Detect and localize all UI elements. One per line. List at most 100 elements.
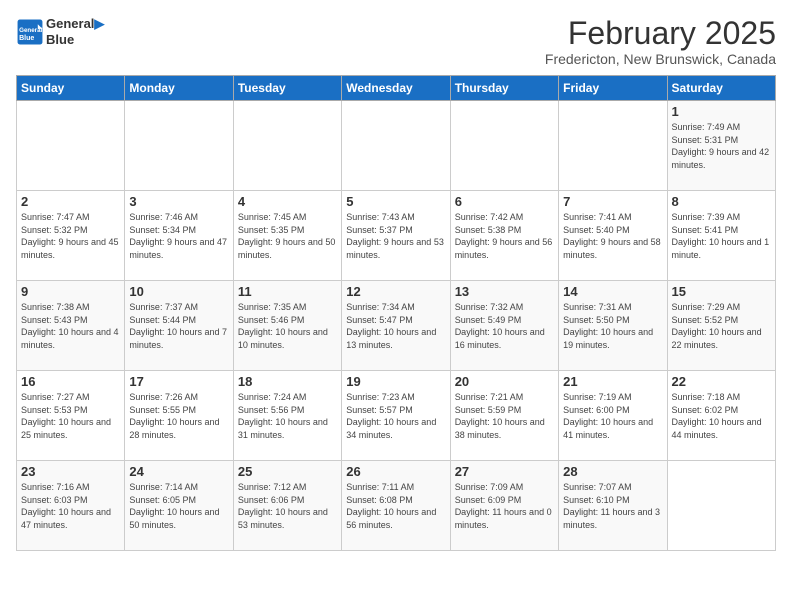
day-of-week-header: Wednesday (342, 76, 450, 101)
logo-icon: General Blue (16, 18, 44, 46)
day-of-week-header: Thursday (450, 76, 558, 101)
logo-text: General▶ Blue (46, 16, 104, 47)
day-info: Sunrise: 7:07 AM Sunset: 6:10 PM Dayligh… (563, 481, 662, 531)
day-info: Sunrise: 7:12 AM Sunset: 6:06 PM Dayligh… (238, 481, 337, 531)
day-number: 26 (346, 464, 445, 479)
day-info: Sunrise: 7:18 AM Sunset: 6:02 PM Dayligh… (672, 391, 771, 441)
day-info: Sunrise: 7:37 AM Sunset: 5:44 PM Dayligh… (129, 301, 228, 351)
day-number: 28 (563, 464, 662, 479)
day-number: 22 (672, 374, 771, 389)
day-of-week-header: Sunday (17, 76, 125, 101)
day-info: Sunrise: 7:49 AM Sunset: 5:31 PM Dayligh… (672, 121, 771, 171)
day-info: Sunrise: 7:38 AM Sunset: 5:43 PM Dayligh… (21, 301, 120, 351)
calendar-cell: 9 Sunrise: 7:38 AM Sunset: 5:43 PM Daylig… (17, 281, 125, 371)
calendar-cell: 6 Sunrise: 7:42 AM Sunset: 5:38 PM Daylig… (450, 191, 558, 281)
calendar-body: 1 Sunrise: 7:49 AM Sunset: 5:31 PM Daylig… (17, 101, 776, 551)
calendar-week-row: 2Sunrise: 7:47 AM Sunset: 5:32 PM Daylig… (17, 191, 776, 281)
day-number: 20 (455, 374, 554, 389)
day-of-week-header: Saturday (667, 76, 775, 101)
day-number: 7 (563, 194, 662, 209)
calendar-week-row: 16 Sunrise: 7:27 AM Sunset: 5:53 PM Dayli… (17, 371, 776, 461)
calendar-cell: 1 Sunrise: 7:49 AM Sunset: 5:31 PM Daylig… (667, 101, 775, 191)
day-number: 2 (21, 194, 120, 209)
day-number: 5 (346, 194, 445, 209)
day-info: Sunrise: 7:39 AM Sunset: 5:41 PM Dayligh… (672, 211, 771, 261)
calendar-cell: 2Sunrise: 7:47 AM Sunset: 5:32 PM Daylig… (17, 191, 125, 281)
calendar-cell (233, 101, 341, 191)
day-info: Sunrise: 7:11 AM Sunset: 6:08 PM Dayligh… (346, 481, 445, 531)
calendar-cell: 23 Sunrise: 7:16 AM Sunset: 6:03 PM Dayli… (17, 461, 125, 551)
day-of-week-header: Monday (125, 76, 233, 101)
calendar-cell: 10Sunrise: 7:37 AM Sunset: 5:44 PM Dayli… (125, 281, 233, 371)
calendar-cell (342, 101, 450, 191)
day-number: 14 (563, 284, 662, 299)
day-info: Sunrise: 7:16 AM Sunset: 6:03 PM Dayligh… (21, 481, 120, 531)
day-number: 25 (238, 464, 337, 479)
day-info: Sunrise: 7:32 AM Sunset: 5:49 PM Dayligh… (455, 301, 554, 351)
day-of-week-header: Tuesday (233, 76, 341, 101)
day-info: Sunrise: 7:09 AM Sunset: 6:09 PM Dayligh… (455, 481, 554, 531)
day-number: 18 (238, 374, 337, 389)
calendar-cell: 12Sunrise: 7:34 AM Sunset: 5:47 PM Dayli… (342, 281, 450, 371)
day-info: Sunrise: 7:21 AM Sunset: 5:59 PM Dayligh… (455, 391, 554, 441)
svg-text:Blue: Blue (19, 34, 34, 41)
day-number: 27 (455, 464, 554, 479)
calendar-cell: 21Sunrise: 7:19 AM Sunset: 6:00 PM Dayli… (559, 371, 667, 461)
calendar-cell: 25 Sunrise: 7:12 AM Sunset: 6:06 PM Dayli… (233, 461, 341, 551)
calendar-cell: 3 Sunrise: 7:46 AM Sunset: 5:34 PM Daylig… (125, 191, 233, 281)
day-info: Sunrise: 7:35 AM Sunset: 5:46 PM Dayligh… (238, 301, 337, 351)
calendar-cell: 24Sunrise: 7:14 AM Sunset: 6:05 PM Dayli… (125, 461, 233, 551)
day-info: Sunrise: 7:41 AM Sunset: 5:40 PM Dayligh… (563, 211, 662, 261)
day-info: Sunrise: 7:14 AM Sunset: 6:05 PM Dayligh… (129, 481, 228, 531)
day-info: Sunrise: 7:19 AM Sunset: 6:00 PM Dayligh… (563, 391, 662, 441)
calendar-cell: 7 Sunrise: 7:41 AM Sunset: 5:40 PM Daylig… (559, 191, 667, 281)
calendar-cell: 22 Sunrise: 7:18 AM Sunset: 6:02 PM Dayli… (667, 371, 775, 461)
day-info: Sunrise: 7:24 AM Sunset: 5:56 PM Dayligh… (238, 391, 337, 441)
calendar-week-row: 9 Sunrise: 7:38 AM Sunset: 5:43 PM Daylig… (17, 281, 776, 371)
subtitle: Fredericton, New Brunswick, Canada (545, 51, 776, 67)
day-info: Sunrise: 7:26 AM Sunset: 5:55 PM Dayligh… (129, 391, 228, 441)
logo: General Blue General▶ Blue (16, 16, 104, 47)
calendar-cell: 26 Sunrise: 7:11 AM Sunset: 6:08 PM Dayli… (342, 461, 450, 551)
day-number: 1 (672, 104, 771, 119)
calendar-cell (17, 101, 125, 191)
day-number: 8 (672, 194, 771, 209)
day-info: Sunrise: 7:29 AM Sunset: 5:52 PM Dayligh… (672, 301, 771, 351)
day-info: Sunrise: 7:42 AM Sunset: 5:38 PM Dayligh… (455, 211, 554, 261)
calendar-cell (450, 101, 558, 191)
calendar-cell: 11Sunrise: 7:35 AM Sunset: 5:46 PM Dayli… (233, 281, 341, 371)
calendar-cell: 15 Sunrise: 7:29 AM Sunset: 5:52 PM Dayli… (667, 281, 775, 371)
calendar-table: SundayMondayTuesdayWednesdayThursdayFrid… (16, 75, 776, 551)
day-number: 16 (21, 374, 120, 389)
day-number: 3 (129, 194, 228, 209)
calendar-cell: 18 Sunrise: 7:24 AM Sunset: 5:56 PM Dayli… (233, 371, 341, 461)
day-number: 6 (455, 194, 554, 209)
calendar-cell: 28 Sunrise: 7:07 AM Sunset: 6:10 PM Dayli… (559, 461, 667, 551)
calendar-cell: 13 Sunrise: 7:32 AM Sunset: 5:49 PM Dayli… (450, 281, 558, 371)
day-number: 12 (346, 284, 445, 299)
day-number: 23 (21, 464, 120, 479)
title-block: February 2025 Fredericton, New Brunswick… (545, 16, 776, 67)
day-info: Sunrise: 7:46 AM Sunset: 5:34 PM Dayligh… (129, 211, 228, 261)
calendar-cell: 14 Sunrise: 7:31 AM Sunset: 5:50 PM Dayli… (559, 281, 667, 371)
calendar-header-row: SundayMondayTuesdayWednesdayThursdayFrid… (17, 76, 776, 101)
calendar-cell: 17 Sunrise: 7:26 AM Sunset: 5:55 PM Dayli… (125, 371, 233, 461)
calendar-cell: 20 Sunrise: 7:21 AM Sunset: 5:59 PM Dayli… (450, 371, 558, 461)
calendar-cell: 27 Sunrise: 7:09 AM Sunset: 6:09 PM Dayli… (450, 461, 558, 551)
day-info: Sunrise: 7:23 AM Sunset: 5:57 PM Dayligh… (346, 391, 445, 441)
page-header: General Blue General▶ Blue February 2025… (16, 16, 776, 67)
day-info: Sunrise: 7:27 AM Sunset: 5:53 PM Dayligh… (21, 391, 120, 441)
calendar-week-row: 1 Sunrise: 7:49 AM Sunset: 5:31 PM Daylig… (17, 101, 776, 191)
day-number: 13 (455, 284, 554, 299)
day-number: 9 (21, 284, 120, 299)
calendar-cell: 19Sunrise: 7:23 AM Sunset: 5:57 PM Dayli… (342, 371, 450, 461)
calendar-cell (559, 101, 667, 191)
day-info: Sunrise: 7:45 AM Sunset: 5:35 PM Dayligh… (238, 211, 337, 261)
calendar-cell: 16 Sunrise: 7:27 AM Sunset: 5:53 PM Dayli… (17, 371, 125, 461)
main-title: February 2025 (545, 16, 776, 51)
day-number: 17 (129, 374, 228, 389)
day-info: Sunrise: 7:31 AM Sunset: 5:50 PM Dayligh… (563, 301, 662, 351)
day-number: 15 (672, 284, 771, 299)
calendar-cell (125, 101, 233, 191)
day-number: 4 (238, 194, 337, 209)
